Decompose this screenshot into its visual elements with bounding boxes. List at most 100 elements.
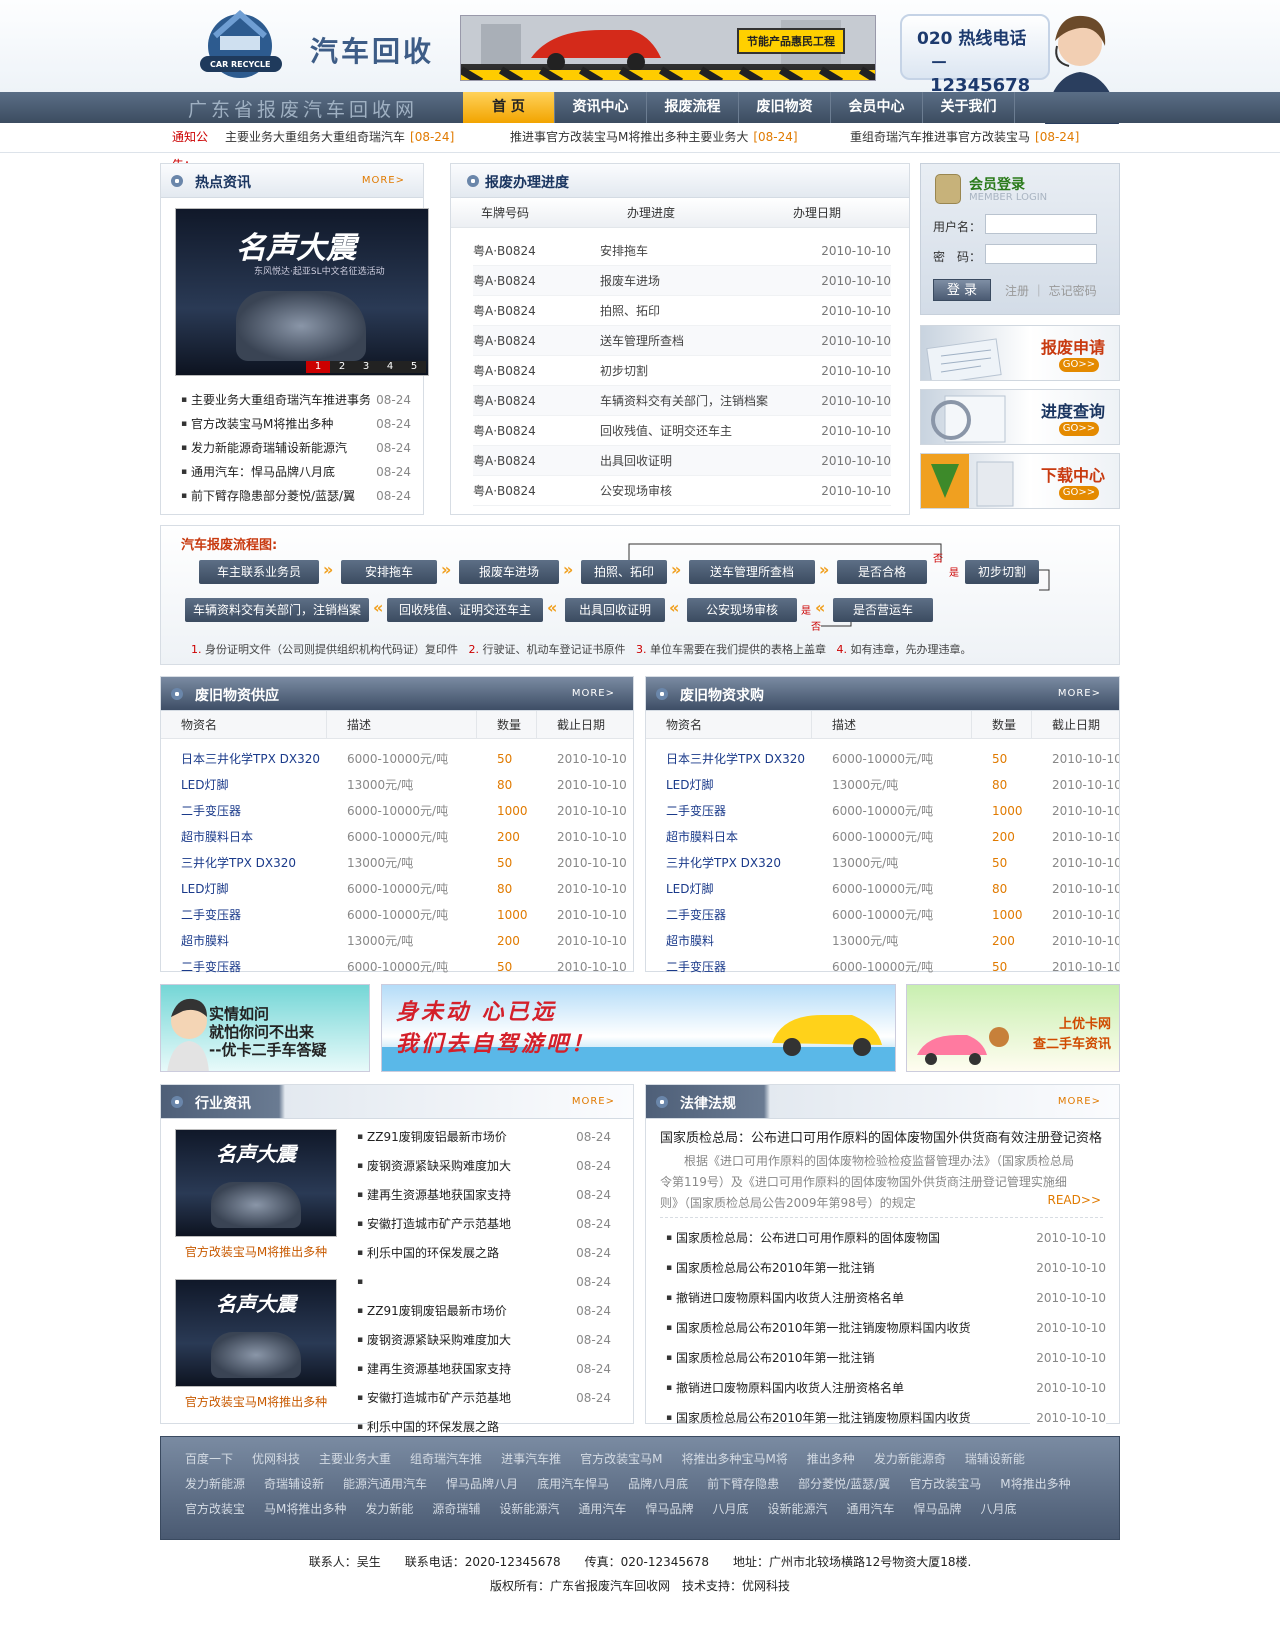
list-item[interactable]: ZZ91废铜废铝最新市场价08-24 xyxy=(357,1123,611,1152)
footer-link[interactable]: 悍马品牌八月 xyxy=(446,1472,518,1497)
password-input[interactable] xyxy=(985,244,1097,264)
table-row[interactable]: 二手变压器 6000-10000元/吨 1000 2010-10-10 xyxy=(646,799,1119,824)
forgot-password-link[interactable]: 忘记密码 xyxy=(1049,284,1097,298)
footer-link[interactable]: 底用汽车悍马 xyxy=(537,1472,609,1497)
footer-link[interactable]: 前下臂存隐患 xyxy=(707,1472,779,1497)
table-row[interactable]: 粤A·B0824 初步切割 2010-10-10 xyxy=(473,356,891,386)
law-read-more-link[interactable]: READ>> xyxy=(1048,1193,1101,1207)
footer-link[interactable]: 设新能源汽 xyxy=(767,1497,827,1522)
industry-thumb[interactable]: 名声大震 xyxy=(175,1129,337,1237)
top-banner[interactable]: 节能产品惠民工程 xyxy=(460,15,876,81)
table-row[interactable]: LED灯脚 6000-10000元/吨 80 2010-10-10 xyxy=(161,877,633,902)
footer-link[interactable]: 通用汽车 xyxy=(578,1497,626,1522)
footer-link[interactable]: 悍马品牌 xyxy=(645,1497,693,1522)
slide-page-5[interactable]: 5 xyxy=(402,361,426,373)
footer-link[interactable]: 官方改装宝马 xyxy=(909,1472,981,1497)
nav-process[interactable]: 报废流程 xyxy=(647,92,739,123)
hot-news-slideshow[interactable]: 名声大震 东风悦达·起亚SL中文名征选活动 1 2 3 4 5 xyxy=(175,208,429,376)
table-row[interactable]: 日本三井化学TPX DX320 6000-10000元/吨 50 2010-10-10 xyxy=(646,747,1119,772)
law-more-link[interactable]: MORE> xyxy=(1058,1096,1101,1107)
register-link[interactable]: 注册 xyxy=(1005,284,1029,298)
table-row[interactable]: 粤A·B0824 回收残值、证明交还车主 2010-10-10 xyxy=(473,416,891,446)
footer-link[interactable]: 主要业务大重 xyxy=(319,1447,391,1472)
table-row[interactable]: 超市膜料 13000元/吨 200 2010-10-10 xyxy=(161,929,633,954)
footer-link[interactable]: 悍马品牌 xyxy=(914,1497,962,1522)
list-item[interactable]: 前下臂存隐患部分菱悦/蓝瑟/翼08-24 xyxy=(181,484,411,508)
list-item[interactable]: 撤销进口废物原料国内收货人注册资格名单2010-10-10 xyxy=(666,1373,1106,1403)
footer-link[interactable]: 将推出多种宝马M将 xyxy=(681,1447,787,1472)
footer-link[interactable]: 进事汽车推 xyxy=(501,1447,561,1472)
list-item[interactable]: 废钢资源紧缺采购难度加大08-24 xyxy=(357,1152,611,1181)
table-row[interactable]: 超市膜料 13000元/吨 200 2010-10-10 xyxy=(646,929,1119,954)
list-item[interactable]: 建再生资源基地获国家支持08-24 xyxy=(357,1355,611,1384)
footer-link[interactable]: 八月底 xyxy=(712,1497,748,1522)
list-item[interactable]: 国家质检总局公布2010年第一批注销2010-10-10 xyxy=(666,1343,1106,1373)
table-row[interactable]: 三井化学TPX DX320 13000元/吨 50 2010-10-10 xyxy=(161,851,633,876)
nav-about[interactable]: 关于我们 xyxy=(923,92,1015,123)
username-input[interactable] xyxy=(985,214,1097,234)
industry-more-link[interactable]: MORE> xyxy=(572,1096,615,1107)
slide-page-1[interactable]: 1 xyxy=(306,361,330,373)
list-item[interactable]: 国家质检总局：公布进口可用作原料的固体废物国2010-10-10 xyxy=(666,1223,1106,1253)
footer-link[interactable]: 源奇瑞辅 xyxy=(432,1497,480,1522)
list-item[interactable]: 官方改装宝马M将推出多种08-24 xyxy=(181,412,411,436)
list-item[interactable]: 国家质检总局公布2010年第一批注销废物原料国内收货2010-10-10 xyxy=(666,1403,1106,1433)
table-row[interactable]: LED灯脚 6000-10000元/吨 80 2010-10-10 xyxy=(646,877,1119,902)
footer-link[interactable]: 发力新能源奇 xyxy=(874,1447,946,1472)
table-row[interactable]: 三井化学TPX DX320 13000元/吨 50 2010-10-10 xyxy=(646,851,1119,876)
industry-thumb[interactable]: 名声大震 xyxy=(175,1279,337,1387)
footer-link[interactable]: 能源汽通用汽车 xyxy=(343,1472,427,1497)
table-row[interactable]: 粤A·B0824 安排拖车 2010-10-10 xyxy=(473,236,891,266)
table-row[interactable]: 粤A·B0824 公安现场审核 2010-10-10 xyxy=(473,476,891,506)
industry-thumb-caption[interactable]: 官方改装宝马M将推出多种 xyxy=(175,1393,337,1410)
table-row[interactable]: 二手变压器 6000-10000元/吨 1000 2010-10-10 xyxy=(161,903,633,928)
footer-link[interactable]: 组奇瑞汽车推 xyxy=(410,1447,482,1472)
table-row[interactable]: 超市膜料日本 6000-10000元/吨 200 2010-10-10 xyxy=(646,825,1119,850)
nav-home[interactable]: 首 页 xyxy=(463,92,555,123)
slide-page-3[interactable]: 3 xyxy=(354,361,378,373)
footer-link[interactable]: 部分菱悦/蓝瑟/翼 xyxy=(798,1472,890,1497)
footer-link[interactable]: 瑞辅设新能 xyxy=(965,1447,1025,1472)
progress-query-button[interactable]: 进度查询 GO>> xyxy=(920,389,1120,445)
list-item[interactable]: 发力新能源奇瑞辅设新能源汽08-24 xyxy=(181,436,411,460)
nav-materials[interactable]: 废旧物资 xyxy=(739,92,831,123)
footer-link[interactable]: 官方改装宝马M xyxy=(580,1447,662,1472)
ad-youka[interactable]: 上优卡网 查二手车资讯 xyxy=(906,984,1120,1072)
nav-member[interactable]: 会员中心 xyxy=(831,92,923,123)
list-item[interactable]: 主要业务大重组奇瑞汽车推进事务...08-24 xyxy=(181,388,411,412)
footer-link[interactable]: 奇瑞辅设新 xyxy=(264,1472,324,1497)
table-row[interactable]: 粤A·B0824 车辆资料交有关部门，注销档案 2010-10-10 xyxy=(473,386,891,416)
list-item[interactable]: ZZ91废铜废铝最新市场价08-24 xyxy=(357,1297,611,1326)
site-logo[interactable]: CAR RECYCLE 汽车回收 xyxy=(190,8,435,82)
footer-link[interactable]: 发力新能源 xyxy=(185,1472,245,1497)
login-button[interactable]: 登 录 xyxy=(933,279,991,301)
list-item[interactable]: 安徽打造城市矿产示范基地08-24 xyxy=(357,1210,611,1239)
list-item[interactable]: 通用汽车：悍马品牌八月底08-24 xyxy=(181,460,411,484)
table-row[interactable]: 超市膜料日本 6000-10000元/吨 200 2010-10-10 xyxy=(161,825,633,850)
table-row[interactable]: 二手变压器 6000-10000元/吨 1000 2010-10-10 xyxy=(161,799,633,824)
list-item[interactable]: 建再生资源基地获国家支持08-24 xyxy=(357,1181,611,1210)
table-row[interactable]: 二手变压器 6000-10000元/吨 50 2010-10-10 xyxy=(646,955,1119,980)
list-item[interactable]: 安徽打造城市矿产示范基地08-24 xyxy=(357,1384,611,1413)
footer-link[interactable]: 发力新能 xyxy=(365,1497,413,1522)
ad-used-car-qa[interactable]: 实情如问 就怕你问不出来 --优卡二手车答疑 xyxy=(160,984,370,1072)
footer-link[interactable]: 百度一下 xyxy=(185,1447,233,1472)
list-item[interactable]: 废钢资源紧缺采购难度加大08-24 xyxy=(357,1326,611,1355)
list-item[interactable]: 国家质检总局公布2010年第一批注销2010-10-10 xyxy=(666,1253,1106,1283)
demand-more-link[interactable]: MORE> xyxy=(1058,688,1101,699)
slide-page-2[interactable]: 2 xyxy=(330,361,354,373)
table-row[interactable]: 粤A·B0824 送车管理所查档 2010-10-10 xyxy=(473,326,891,356)
footer-link[interactable]: 设新能源汽 xyxy=(499,1497,559,1522)
footer-link[interactable]: 马M将推出多种 xyxy=(264,1497,346,1522)
footer-link[interactable]: 通用汽车 xyxy=(846,1497,894,1522)
law-headline[interactable]: 国家质检总局：公布进口可用作原料的固体废物国外供货商有效注册登记资格 xyxy=(660,1127,1102,1146)
nav-news[interactable]: 资讯中心 xyxy=(555,92,647,123)
table-row[interactable]: 日本三井化学TPX DX320 6000-10000元/吨 50 2010-10-10 xyxy=(161,747,633,772)
footer-link[interactable]: 官方改装宝 xyxy=(185,1497,245,1522)
industry-thumb-caption[interactable]: 官方改装宝马M将推出多种 xyxy=(175,1243,337,1260)
slide-page-4[interactable]: 4 xyxy=(378,361,402,373)
apply-scrap-button[interactable]: 报废申请 GO>> xyxy=(920,325,1120,381)
list-item[interactable]: 国家质检总局公布2010年第一批注销废物原料国内收货2010-10-10 xyxy=(666,1313,1106,1343)
footer-link[interactable]: 优网科技 xyxy=(252,1447,300,1472)
footer-link[interactable]: 八月底 xyxy=(981,1497,1017,1522)
